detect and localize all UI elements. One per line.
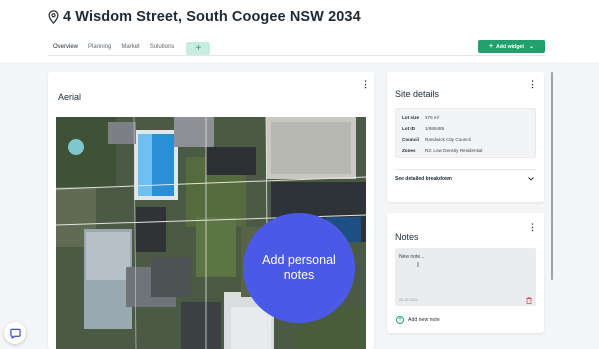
site-details-table: Lot size 376 m² Lot ID 1/986485 Council …: [395, 108, 536, 158]
divider: [395, 169, 536, 170]
detail-key: Zones: [402, 148, 416, 153]
detail-key: Council: [402, 137, 419, 142]
note-date: 20.12.2021: [399, 298, 419, 302]
trash-icon[interactable]: [526, 297, 532, 304]
detail-row: Council Randwick City Council: [402, 137, 471, 142]
kebab-menu-icon[interactable]: ⋮: [361, 80, 370, 89]
add-widget-label: Add widget: [496, 43, 524, 50]
notes-card: Notes ⋮ New note... I 20.12.2021 + Add n…: [387, 213, 544, 333]
detail-value: 1/986485: [425, 126, 445, 131]
detail-row: Zones R2: Low Density Residential: [402, 148, 482, 153]
tab-solutions[interactable]: Solutions: [145, 40, 180, 56]
detail-key: Lot size: [402, 115, 420, 120]
kebab-menu-icon[interactable]: ⋮: [528, 223, 537, 232]
site-details-title: Site details: [395, 89, 440, 99]
scrollbar[interactable]: [551, 72, 553, 280]
kebab-menu-icon[interactable]: ⋮: [528, 80, 537, 89]
see-detailed-breakdown-link[interactable]: See detailed breakdown: [395, 176, 452, 182]
detail-value: R2: Low Density Residential: [425, 148, 483, 153]
plus-icon: +: [488, 43, 494, 50]
page-header: 4 Wisdom Street, South Coogee NSW 2034 O…: [0, 0, 599, 62]
add-new-note-label: Add new note: [408, 317, 440, 323]
note-editor[interactable]: New note... I 20.12.2021: [395, 248, 536, 306]
chevron-down-icon[interactable]: [528, 177, 534, 181]
plus-circle-icon: +: [396, 316, 404, 324]
chat-bubble-icon: [9, 328, 21, 339]
chevron-down-icon: ⌄: [529, 44, 535, 50]
add-tab-button[interactable]: +: [186, 41, 211, 55]
notes-title: Notes: [395, 232, 419, 242]
tabs-divider: [48, 55, 545, 56]
add-personal-notes-overlay[interactable]: Add personal notes: [243, 213, 355, 323]
detail-value: Randwick City Council: [425, 137, 471, 142]
note-placeholder: New note...: [399, 254, 425, 260]
tab-planning[interactable]: Planning: [83, 40, 116, 56]
tab-market[interactable]: Market: [116, 40, 144, 56]
detail-value: 376 m²: [425, 115, 440, 120]
tab-overview[interactable]: Overview: [48, 40, 84, 56]
title-row: 4 Wisdom Street, South Coogee NSW 2034: [48, 9, 361, 25]
tab-bar: Overview Planning Market Solutions +: [48, 40, 211, 56]
aerial-title: Aerial: [58, 92, 82, 102]
text-cursor-icon: I: [417, 262, 419, 269]
detail-row: Lot ID 1/986485: [402, 126, 444, 131]
page-title: 4 Wisdom Street, South Coogee NSW 2034: [63, 9, 361, 25]
chat-button[interactable]: [4, 322, 26, 344]
location-pin-icon: [48, 10, 59, 24]
overlay-label: Add personal notes: [262, 253, 336, 282]
site-details-card: Site details ⋮ Lot size 376 m² Lot ID 1/…: [387, 72, 544, 202]
add-new-note-button[interactable]: + Add new note: [396, 316, 440, 324]
detail-row: Lot size 376 m²: [402, 115, 439, 120]
add-widget-button[interactable]: + Add widget ⌄: [478, 40, 545, 53]
detail-key: Lot ID: [402, 126, 416, 131]
